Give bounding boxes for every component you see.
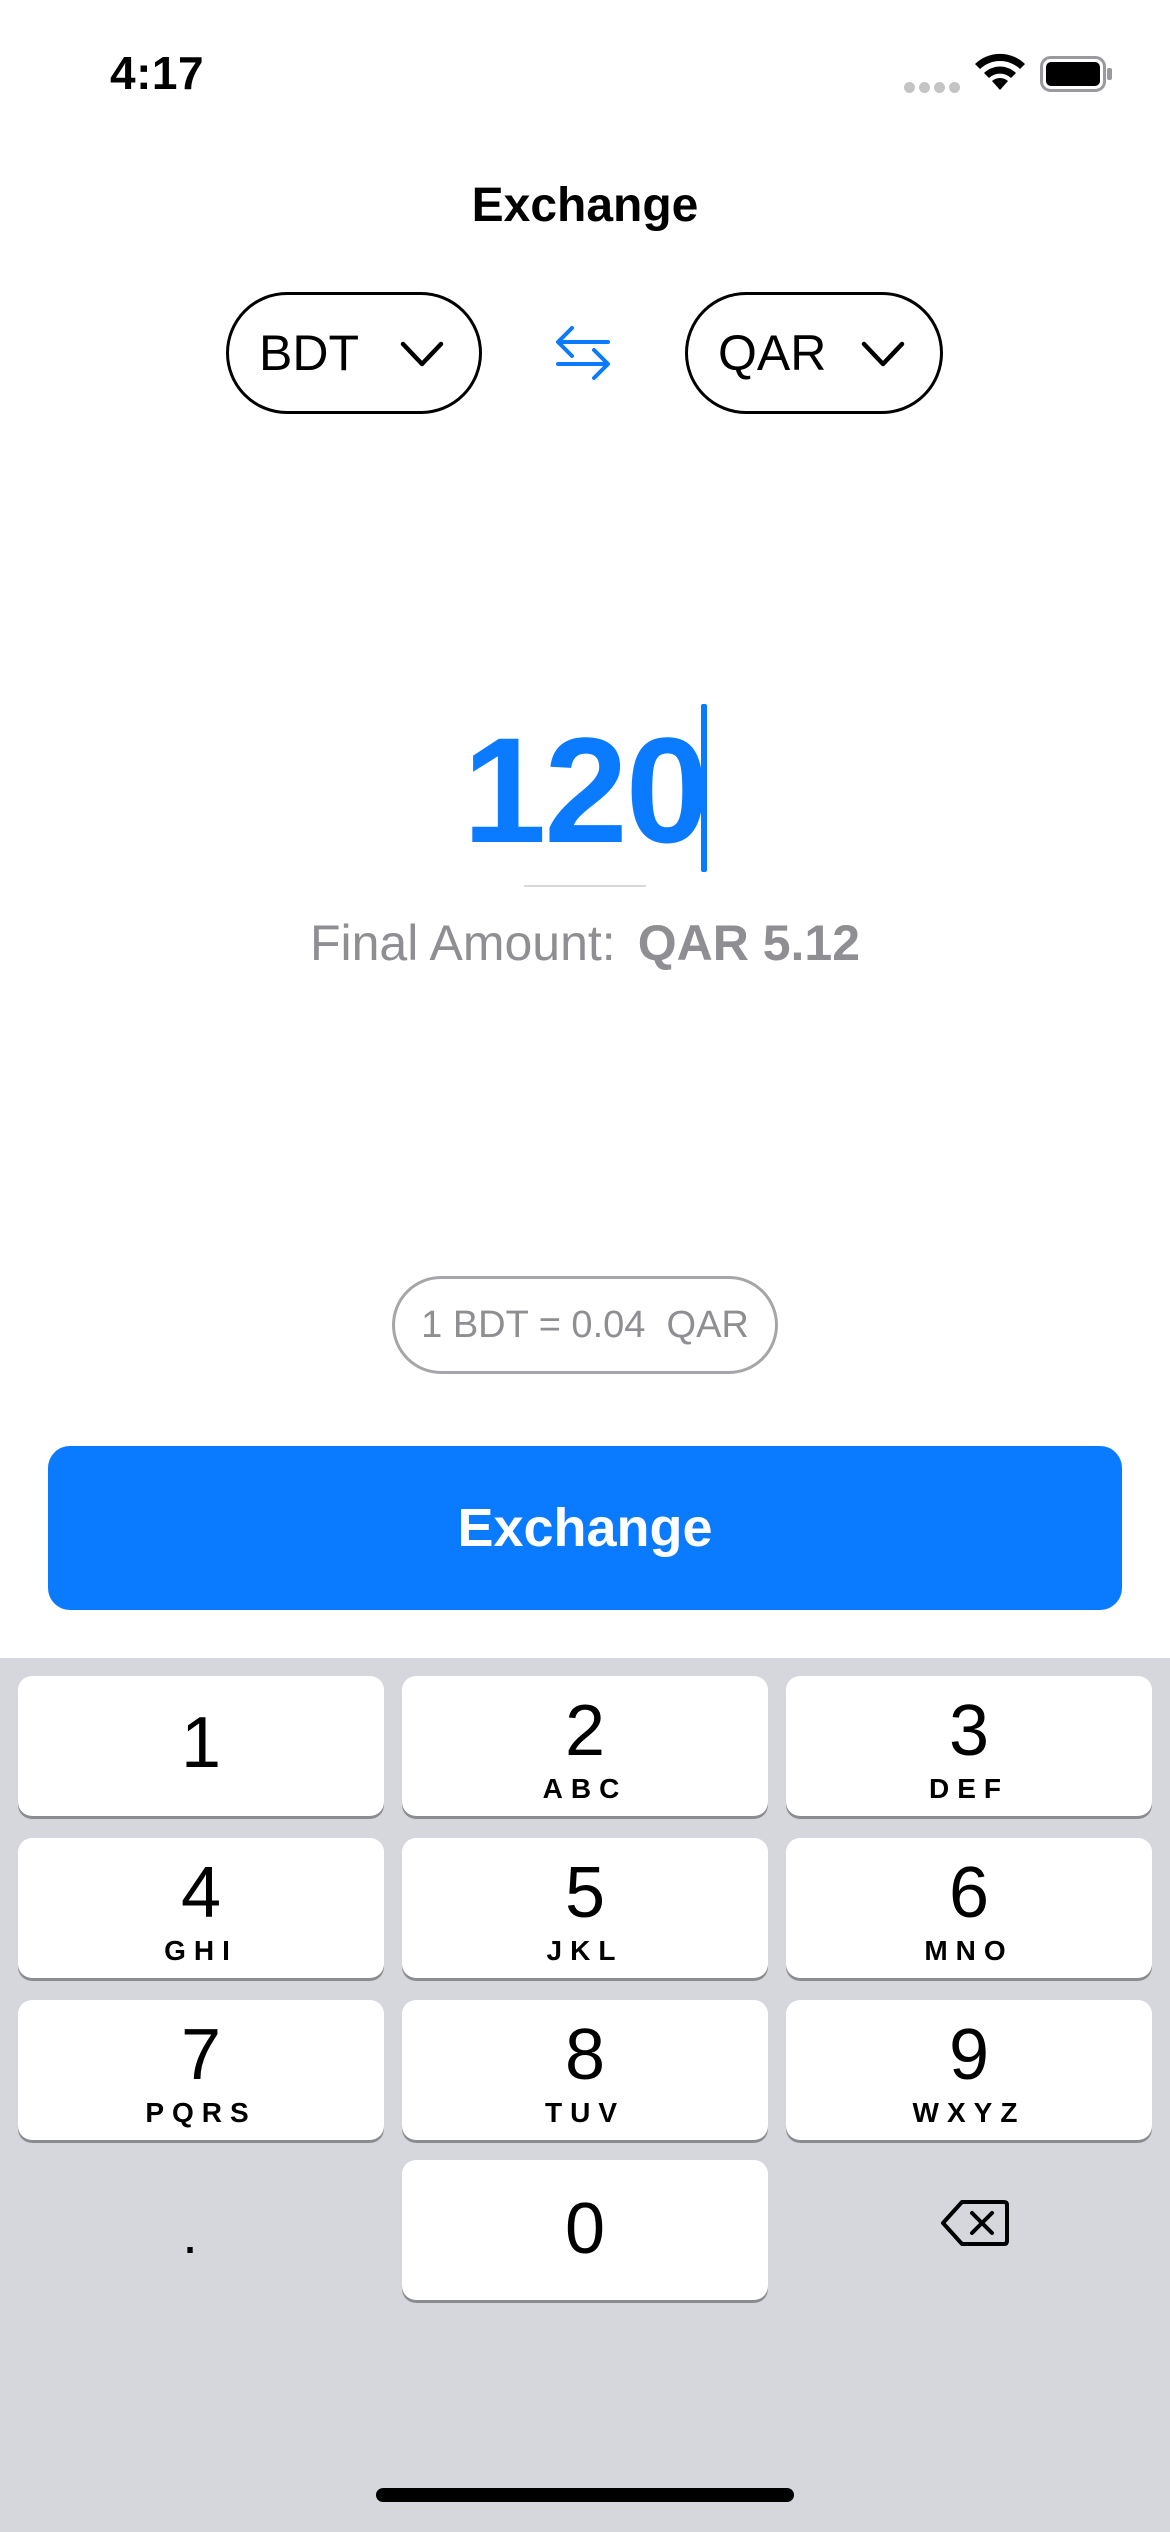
status-time: 4:17 [110,47,205,99]
wifi-icon [975,53,1025,90]
to-currency-dropdown[interactable]: QAR [685,292,943,414]
final-amount: Final Amount: QAR 5.12 [0,914,1170,972]
key-letters: ABC [542,1773,628,1804]
chevron-down-icon [861,341,905,367]
final-amount-label: Final Amount: [309,915,616,971]
exchange-rate-badge: 1 BDT = 0.04 QAR [392,1276,778,1374]
key-digit: 2 [564,1691,606,1771]
key-letters: MNO [924,1935,1014,1966]
key-letters: TUV [545,2097,625,2128]
key-8[interactable]: 8 TUV [402,2000,768,2140]
key-digit: 6 [948,1853,990,1933]
key-6[interactable]: 6 MNO [786,1838,1152,1978]
key-digit: 7 [180,2015,222,2095]
key-4[interactable]: 4 GHI [18,1838,384,1978]
text-caret [701,704,707,872]
key-letters: GHI [164,1935,238,1966]
signal-dots-icon [904,82,960,94]
key-letters: DEF [929,1773,1009,1804]
home-indicator[interactable] [376,2488,794,2502]
to-currency-code: QAR [718,325,827,381]
swap-arrows-icon[interactable] [554,322,612,384]
key-digit: 8 [564,2015,606,2095]
amount-value[interactable]: 120 [463,700,709,880]
chevron-down-icon [400,341,444,367]
delete-backspace-icon[interactable] [940,2198,1010,2248]
final-amount-value: QAR 5.12 [637,915,861,971]
key-3[interactable]: 3 DEF [786,1676,1152,1816]
key-digit: 0 [564,2189,606,2269]
from-currency-dropdown[interactable]: BDT [226,292,482,414]
key-1[interactable]: 1 [18,1676,384,1816]
key-digit: 4 [180,1853,222,1933]
key-9[interactable]: 9 WXYZ [786,2000,1152,2140]
exchange-button[interactable]: Exchange [48,1446,1122,1610]
key-0[interactable]: 0 [402,2160,768,2300]
key-5[interactable]: 5 JKL [402,1838,768,1978]
page-title: Exchange [471,179,699,232]
key-letters: PQRS [145,2097,257,2128]
key-digit: 1 [180,1703,222,1783]
decimal-key[interactable]: . [170,2206,210,2274]
key-digit: 3 [948,1691,990,1771]
key-letters: WXYZ [912,2097,1026,2128]
key-2[interactable]: 2 ABC [402,1676,768,1816]
battery-icon [1040,56,1112,92]
amount-underline [524,885,646,887]
key-letters: JKL [546,1935,624,1966]
key-7[interactable]: 7 PQRS [18,2000,384,2140]
from-currency-code: BDT [259,325,359,381]
key-digit: 9 [948,2015,990,2095]
key-digit: 5 [564,1853,606,1933]
amount-input[interactable]: 120 [0,700,1170,880]
